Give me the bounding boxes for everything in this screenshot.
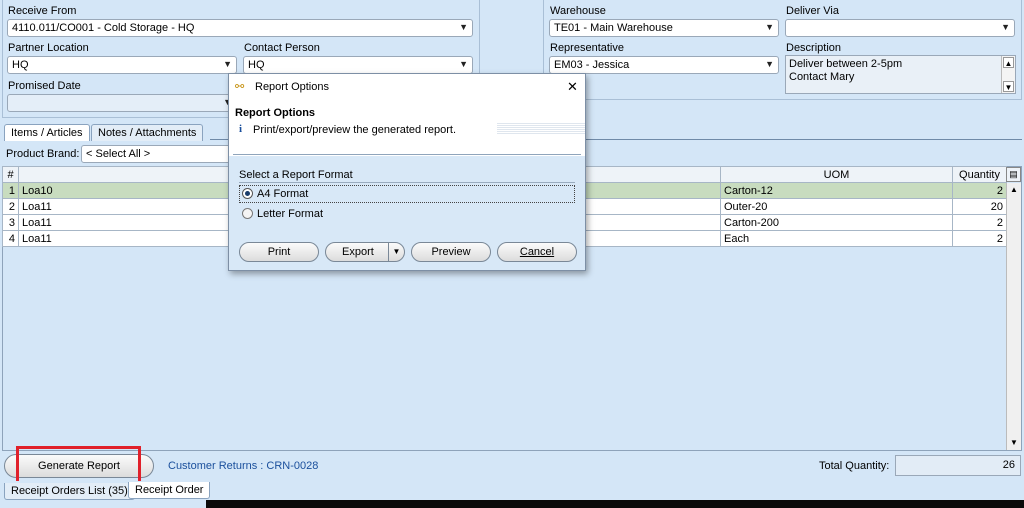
header-divider <box>233 154 581 155</box>
row-number: 3 <box>2 214 19 231</box>
warehouse-select[interactable]: TE01 - Main Warehouse ▼ <box>549 19 779 37</box>
chevron-down-icon: ▼ <box>1001 22 1010 32</box>
representative-select[interactable]: EM03 - Jessica ▼ <box>549 56 779 74</box>
product-brand-value: < Select All > <box>86 148 151 160</box>
bottom-edge <box>206 500 1024 508</box>
receive-from-value: 4110.011/CO001 - Cold Storage - HQ <box>12 22 195 34</box>
link-icon: ⚯ <box>235 81 245 93</box>
dialog-title: Report Options <box>255 81 329 93</box>
tab-notes-attachments[interactable]: Notes / Attachments <box>91 124 204 141</box>
description-line-1: Deliver between 2-5pm <box>789 58 903 70</box>
row-quantity[interactable]: 2 <box>952 214 1007 231</box>
export-button[interactable]: Export ▼ <box>325 242 405 262</box>
highlight-box <box>16 446 141 484</box>
chevron-down-icon: ▼ <box>765 59 774 69</box>
radio-selected-icon <box>242 188 253 199</box>
promised-date-select[interactable]: ▼ <box>7 94 237 112</box>
description-label: Description <box>786 42 842 54</box>
chevron-down-icon: ▼ <box>459 22 468 32</box>
contact-person-select[interactable]: HQ ▼ <box>243 56 473 74</box>
export-dropdown-icon[interactable]: ▼ <box>388 243 404 261</box>
chevron-down-icon: ▼ <box>765 22 774 32</box>
cancel-button[interactable]: Cancel <box>497 242 577 262</box>
deliver-via-select[interactable]: ▼ <box>785 19 1015 37</box>
promised-date-label: Promised Date <box>8 80 81 92</box>
radio-unselected-icon <box>242 208 253 219</box>
tab-items-articles[interactable]: Items / Articles <box>4 124 90 141</box>
scroll-up-icon[interactable]: ▲ <box>1008 184 1020 196</box>
scroll-down-icon[interactable]: ▼ <box>1003 81 1014 92</box>
row-uom[interactable]: Carton-12 <box>720 182 953 199</box>
description-scrollbar[interactable]: ▲ ▼ <box>1001 56 1015 93</box>
deliver-via-label: Deliver Via <box>786 5 839 17</box>
row-uom[interactable]: Carton-200 <box>720 214 953 231</box>
dialog-description: Print/export/preview the generated repor… <box>253 124 457 136</box>
column-header-uom[interactable]: UOM <box>720 166 953 183</box>
print-button[interactable]: Print <box>239 242 319 262</box>
warehouse-value: TE01 - Main Warehouse <box>554 22 673 34</box>
chevron-down-icon: ▼ <box>223 59 232 69</box>
customer-returns-link[interactable]: Customer Returns : CRN-0028 <box>168 460 318 472</box>
chevron-down-icon: ▼ <box>459 59 468 69</box>
dialog-titlebar: ⚯ Report Options ✕ <box>229 74 585 100</box>
dialog-heading: Report Options <box>235 107 316 119</box>
product-brand-label: Product Brand: <box>6 148 80 160</box>
scroll-down-icon[interactable]: ▼ <box>1008 437 1020 449</box>
column-header-quantity[interactable]: Quantity <box>952 166 1007 183</box>
export-label: Export <box>342 246 374 258</box>
dialog-header: Report Options i Print/export/preview th… <box>229 100 585 156</box>
report-options-dialog: ⚯ Report Options ✕ Report Options i Prin… <box>228 73 586 271</box>
description-textarea[interactable]: Deliver between 2-5pm Contact Mary ▲ ▼ <box>785 55 1016 94</box>
row-uom[interactable]: Outer-20 <box>720 198 953 215</box>
radio-a4-format[interactable]: A4 Format <box>239 185 575 203</box>
info-icon: i <box>239 123 243 135</box>
total-quantity-field: 26 <box>895 455 1021 476</box>
header-decoration <box>497 122 585 134</box>
tab-receipt-orders-list[interactable]: Receipt Orders List (35) <box>4 483 135 500</box>
partner-location-label: Partner Location <box>8 42 89 54</box>
receive-from-label: Receive From <box>8 5 77 17</box>
warehouse-label: Warehouse <box>550 5 606 17</box>
row-quantity[interactable]: 20 <box>952 198 1007 215</box>
receive-from-select[interactable]: 4110.011/CO001 - Cold Storage - HQ ▼ <box>7 19 473 37</box>
radio-letter-format[interactable]: Letter Format <box>239 206 439 222</box>
product-brand-select[interactable]: < Select All > <box>81 145 231 163</box>
partner-location-value: HQ <box>12 59 29 71</box>
contact-person-value: HQ <box>248 59 265 71</box>
dialog-body: Select a Report Format A4 Format Letter … <box>229 156 585 270</box>
radio-a4-label: A4 Format <box>257 188 309 200</box>
row-number: 2 <box>2 198 19 215</box>
column-header-number[interactable]: # <box>2 166 19 183</box>
tab-receipt-order[interactable]: Receipt Order <box>128 482 211 499</box>
total-quantity-value: 26 <box>1002 459 1015 471</box>
radio-letter-label: Letter Format <box>257 208 324 220</box>
row-quantity[interactable]: 2 <box>952 182 1007 199</box>
column-chooser-icon[interactable]: ▤ <box>1006 167 1021 182</box>
row-number: 4 <box>2 230 19 247</box>
report-format-label: Select a Report Format <box>239 169 353 181</box>
description-line-2: Contact Mary <box>789 71 855 83</box>
row-quantity[interactable]: 2 <box>952 230 1007 247</box>
representative-value: EM03 - Jessica <box>554 59 630 71</box>
close-icon[interactable]: ✕ <box>567 79 578 95</box>
contact-person-label: Contact Person <box>244 42 320 54</box>
preview-button[interactable]: Preview <box>411 242 491 262</box>
scroll-up-icon[interactable]: ▲ <box>1003 57 1014 68</box>
row-uom[interactable]: Each <box>720 230 953 247</box>
representative-label: Representative <box>550 42 624 54</box>
total-quantity-label: Total Quantity: <box>819 460 890 472</box>
row-number: 1 <box>2 182 19 199</box>
partner-location-select[interactable]: HQ ▼ <box>7 56 237 74</box>
grid-scrollbar[interactable]: ▲ ▼ <box>1006 183 1021 450</box>
format-divider <box>239 182 575 183</box>
